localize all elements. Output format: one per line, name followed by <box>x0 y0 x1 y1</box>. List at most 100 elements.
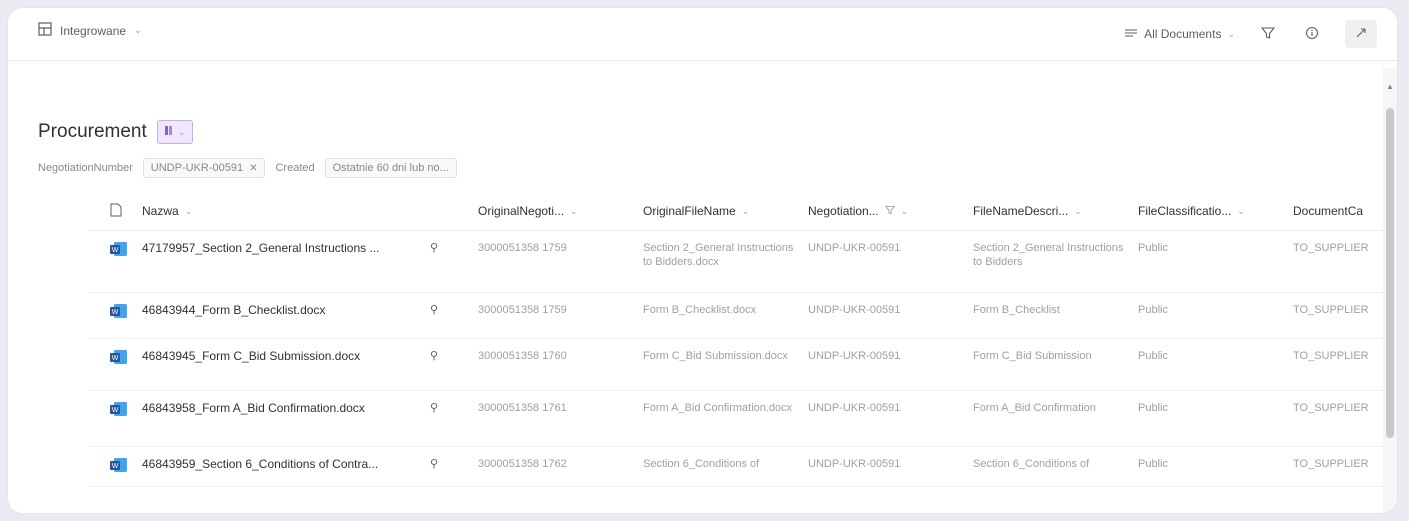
pin-icon[interactable]: ⚲ <box>430 303 438 317</box>
svg-text:W: W <box>112 355 119 362</box>
cell-name[interactable]: W 47179957_Section 2_General Instructions… <box>88 230 478 293</box>
page-title: Procurement <box>38 121 147 142</box>
cell-classification: Public <box>1138 338 1293 391</box>
pin-icon[interactable]: ⚲ <box>430 457 438 471</box>
filter-value: UNDP-UKR-00591 <box>150 162 244 174</box>
column-header-original-filename[interactable]: OriginalFileName ⌄ <box>643 192 808 231</box>
word-doc-icon: W <box>110 349 128 368</box>
filter-bar: NegotiationNumber UNDP-UKR-00591 ✕ Creat… <box>38 158 457 178</box>
cell-document-category: TO_SUPPLIER <box>1293 338 1383 391</box>
pin-icon[interactable]: ⚲ <box>430 349 438 363</box>
filter-label-created: Created <box>275 162 315 174</box>
cell-filename-description: Form A_Bid Confirmation <box>973 390 1138 447</box>
table-row[interactable]: W 46843958_Form A_Bid Confirmation.docx ⚲ … <box>88 390 1383 447</box>
cell-document-category: TO_SUPPLIER <box>1293 230 1383 293</box>
file-name[interactable]: 46843945_Form C_Bid Submission.docx <box>142 349 412 363</box>
cell-document-category: TO_SUPPLIER <box>1293 446 1383 487</box>
view-selector[interactable]: All Documents ⌄ <box>1124 27 1235 42</box>
table-header-row: Nazwa ⌄ OriginalNegoti... ⌄ OriginalFileN… <box>88 192 1383 231</box>
svg-text:W: W <box>112 247 119 254</box>
site-selector[interactable]: Integrowane ⌄ <box>38 22 142 39</box>
cell-original-negotiation: 3000051358 1762 <box>478 446 643 487</box>
cell-negotiation: UNDP-UKR-00591 <box>808 446 973 487</box>
cell-original-filename: Section 6_Conditions of <box>643 446 808 487</box>
chevron-down-icon: ⌄ <box>184 205 193 216</box>
cell-original-negotiation: 3000051358 1760 <box>478 338 643 391</box>
cell-name[interactable]: W 46843944_Form B_Checklist.docx ⚲ <box>88 292 478 339</box>
cell-classification: Public <box>1138 292 1293 339</box>
cell-original-filename: Form B_Checklist.docx <box>643 292 808 339</box>
column-header-document-category[interactable]: DocumentCa <box>1293 192 1383 231</box>
library-view-badge[interactable]: ⌄ <box>156 120 193 144</box>
main-card: Integrowane ⌄ All Documents ⌄ Procuremen… <box>8 8 1397 513</box>
view-list-icon <box>1124 27 1138 42</box>
cell-filename-description: Section 6_Conditions of <box>973 446 1138 487</box>
cell-filename-description: Form C_Bid Submission <box>973 338 1138 391</box>
expand-button[interactable] <box>1345 20 1377 48</box>
chevron-down-icon: ⌄ <box>741 205 750 216</box>
cell-original-negotiation: 3000051358 1759 <box>478 292 643 339</box>
table-row[interactable]: W 46843944_Form B_Checklist.docx ⚲ 3000051… <box>88 292 1383 339</box>
chevron-down-icon: ⌄ <box>134 25 142 35</box>
scroll-up-icon[interactable]: ▲ <box>1386 82 1394 91</box>
command-bar: Integrowane ⌄ All Documents ⌄ <box>8 8 1397 61</box>
library-icon <box>164 123 176 141</box>
cell-original-negotiation: 3000051358 1759 <box>478 230 643 293</box>
word-doc-icon: W <box>110 457 128 476</box>
cell-original-filename: Form C_Bid Submission.docx <box>643 338 808 391</box>
column-label: DocumentCa <box>1293 204 1364 218</box>
table-row[interactable]: W 46843959_Section 6_Conditions of Contra… <box>88 446 1383 487</box>
column-label: Negotiation... <box>808 204 879 218</box>
expand-icon <box>1355 27 1367 42</box>
cell-negotiation: UNDP-UKR-00591 <box>808 292 973 339</box>
cell-document-category: TO_SUPPLIER <box>1293 292 1383 339</box>
column-header-filename-description[interactable]: FileNameDescri... ⌄ <box>973 192 1138 231</box>
close-icon[interactable]: ✕ <box>249 163 257 174</box>
cell-filename-description: Section 2_General Instructions to Bidder… <box>973 230 1138 293</box>
word-doc-icon: W <box>110 303 128 322</box>
column-header-file-classification[interactable]: FileClassificatio... ⌄ <box>1138 192 1293 231</box>
cell-name[interactable]: W 46843945_Form C_Bid Submission.docx ⚲ <box>88 338 478 391</box>
table-row[interactable]: W 47179957_Section 2_General Instructions… <box>88 230 1383 293</box>
table-row[interactable]: W 46843945_Form C_Bid Submission.docx ⚲ 30… <box>88 338 1383 391</box>
file-name[interactable]: 46843959_Section 6_Conditions of Contra.… <box>142 457 412 471</box>
filter-pill-negotiation[interactable]: UNDP-UKR-00591 ✕ <box>142 158 266 178</box>
cell-original-negotiation: 3000051358 1761 <box>478 390 643 447</box>
column-header-name[interactable]: Nazwa ⌄ <box>88 192 478 231</box>
column-label: OriginalFileName <box>643 204 736 218</box>
cell-original-filename: Section 2_General Instructions to Bidder… <box>643 230 808 293</box>
filter-pill-created[interactable]: Ostatnie 60 dni lub no... <box>324 158 457 178</box>
svg-text:W: W <box>112 309 119 316</box>
scrollbar-thumb[interactable] <box>1386 108 1394 438</box>
chevron-down-icon: ⌄ <box>1237 205 1245 216</box>
cell-negotiation: UNDP-UKR-00591 <box>808 338 973 391</box>
cell-document-category: TO_SUPPLIER <box>1293 390 1383 447</box>
cell-classification: Public <box>1138 230 1293 293</box>
view-label: All Documents <box>1144 27 1222 41</box>
cell-original-filename: Form A_Bid Confirmation.docx <box>643 390 808 447</box>
cell-name[interactable]: W 46843959_Section 6_Conditions of Contra… <box>88 446 478 487</box>
chevron-down-icon: ⌄ <box>1074 205 1082 216</box>
word-doc-icon: W <box>110 401 128 420</box>
filter-icon <box>1260 26 1276 43</box>
column-header-negotiation[interactable]: Negotiation... ⌄ <box>808 192 973 231</box>
pin-icon[interactable]: ⚲ <box>430 401 438 415</box>
info-button[interactable] <box>1301 23 1323 45</box>
column-label: FileClassificatio... <box>1138 204 1232 218</box>
cell-name[interactable]: W 46843958_Form A_Bid Confirmation.docx ⚲ <box>88 390 478 447</box>
cell-filename-description: Form B_Checklist <box>973 292 1138 339</box>
vertical-scrollbar[interactable]: ▲ <box>1383 68 1397 513</box>
svg-text:W: W <box>112 407 119 414</box>
chevron-down-icon: ⌄ <box>570 205 578 216</box>
file-name[interactable]: 46843944_Form B_Checklist.docx <box>142 303 412 317</box>
site-icon <box>38 22 52 39</box>
chevron-down-icon: ⌄ <box>178 126 186 137</box>
column-header-original-negotiation[interactable]: OriginalNegoti... ⌄ <box>478 192 643 231</box>
pin-icon[interactable]: ⚲ <box>430 241 438 255</box>
cell-classification: Public <box>1138 390 1293 447</box>
column-label: Nazwa <box>142 204 179 218</box>
cell-negotiation: UNDP-UKR-00591 <box>808 230 973 293</box>
filter-button[interactable] <box>1257 23 1279 45</box>
file-name[interactable]: 47179957_Section 2_General Instructions … <box>142 241 412 255</box>
file-name[interactable]: 46843958_Form A_Bid Confirmation.docx <box>142 401 412 415</box>
